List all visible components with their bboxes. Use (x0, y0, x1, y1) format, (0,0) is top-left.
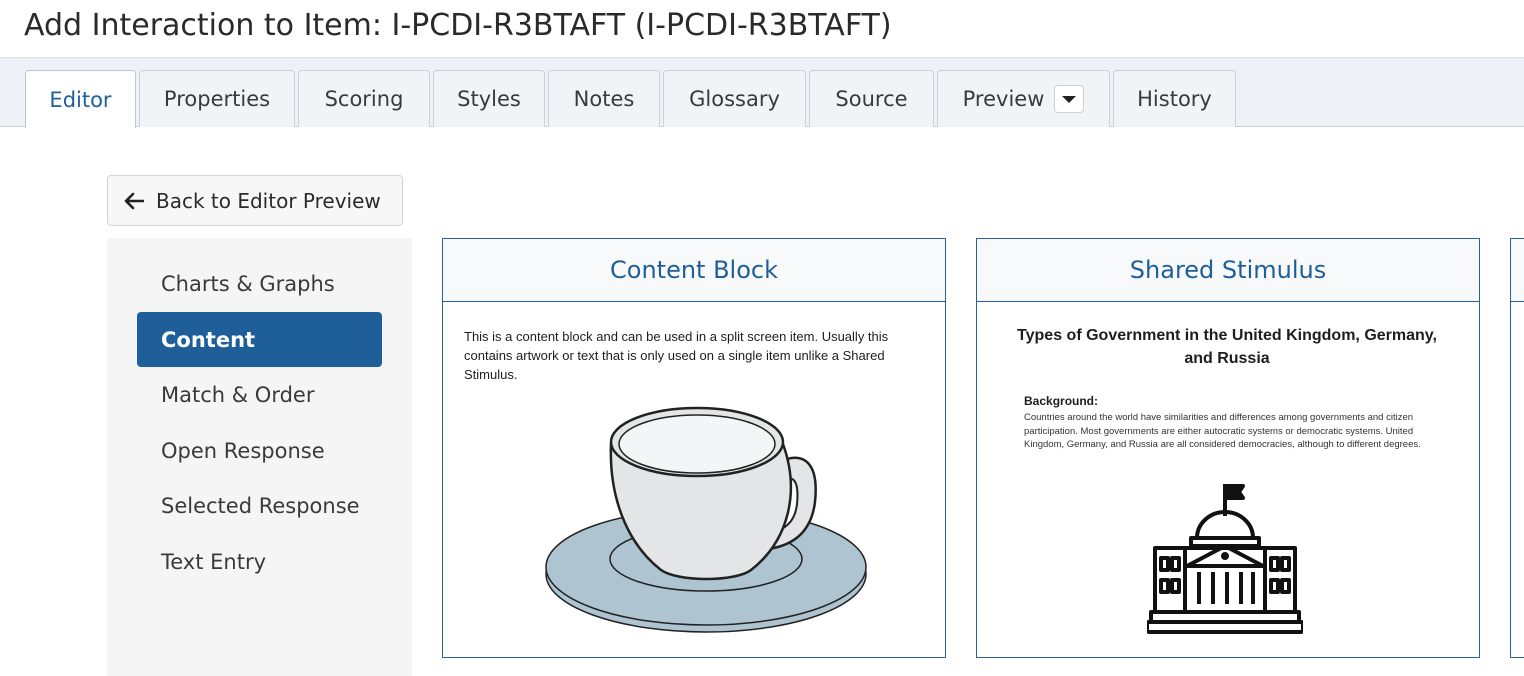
sidebar-item-label: Open Response (161, 438, 325, 463)
sidebar-item-open-response[interactable]: Open Response (137, 423, 382, 478)
card-title: Shared Stimulus (977, 239, 1479, 302)
sidebar-item-label: Charts & Graphs (161, 271, 335, 296)
tab-label: Editor (49, 87, 112, 112)
page-title: Add Interaction to Item: I-PCDI-R3BTAFT … (24, 8, 892, 43)
tab-label: Notes (573, 87, 635, 111)
sidebar-item-selected-response[interactable]: Selected Response (137, 478, 382, 533)
sidebar-item-match-order[interactable]: Match & Order (137, 367, 382, 422)
title-bar: Add Interaction to Item: I-PCDI-R3BTAFT … (0, 0, 1524, 57)
tab-history[interactable]: History (1113, 70, 1236, 127)
sidebar-item-charts-graphs[interactable]: Charts & Graphs (137, 256, 382, 311)
tab-notes[interactable]: Notes (548, 70, 660, 127)
card-description: This is a content block and can be used … (464, 329, 889, 382)
stimulus-heading: Types of Government in the United Kingdo… (1017, 327, 1437, 367)
tab-source[interactable]: Source (809, 70, 934, 127)
tab-glossary[interactable]: Glossary (663, 70, 806, 127)
tab-bar: Editor Properties Scoring Styles Notes G… (0, 57, 1524, 128)
tab-label: Properties (163, 87, 271, 111)
sidebar-item-label: Selected Response (161, 493, 360, 518)
chevron-down-icon (1062, 95, 1077, 103)
tab-editor[interactable]: Editor (25, 70, 136, 128)
content-block-card[interactable]: Content Block This is a content block an… (442, 238, 946, 658)
sidebar-item-text-entry[interactable]: Text Entry (137, 534, 382, 589)
tab-scoring[interactable]: Scoring (298, 70, 430, 127)
back-to-editor-preview-button[interactable]: Back to Editor Preview (107, 175, 403, 226)
interaction-category-sidebar: Charts & Graphs Content Match & Order Op… (107, 238, 412, 676)
preview-dropdown-toggle[interactable] (1054, 85, 1085, 113)
tab-label: Preview (962, 87, 1045, 111)
tab-label: History (1137, 87, 1212, 111)
card-title: Content Block (443, 239, 945, 302)
stimulus-background-label: Background: (1024, 394, 1099, 408)
tab-label: Scoring (324, 87, 404, 111)
next-card-partial[interactable] (1510, 238, 1524, 658)
back-button-label: Back to Editor Preview (156, 188, 381, 213)
teacup-icon (545, 406, 867, 633)
tab-preview[interactable]: Preview (937, 70, 1110, 127)
stimulus-background-text: Countries around the world have similari… (1024, 412, 1421, 450)
tab-label: Styles (457, 87, 521, 111)
tab-label: Glossary (689, 87, 780, 111)
sidebar-item-label: Content (161, 327, 256, 352)
arrow-left-icon (124, 192, 144, 209)
tab-properties[interactable]: Properties (139, 70, 295, 127)
government-building-icon (1147, 484, 1303, 634)
shared-stimulus-card[interactable]: Shared Stimulus Types of Government in t… (976, 238, 1480, 658)
tab-styles[interactable]: Styles (433, 70, 545, 127)
tab-label: Source (835, 87, 908, 111)
sidebar-item-label: Text Entry (161, 549, 267, 574)
sidebar-item-label: Match & Order (161, 382, 315, 407)
sidebar-item-content[interactable]: Content (137, 312, 382, 367)
